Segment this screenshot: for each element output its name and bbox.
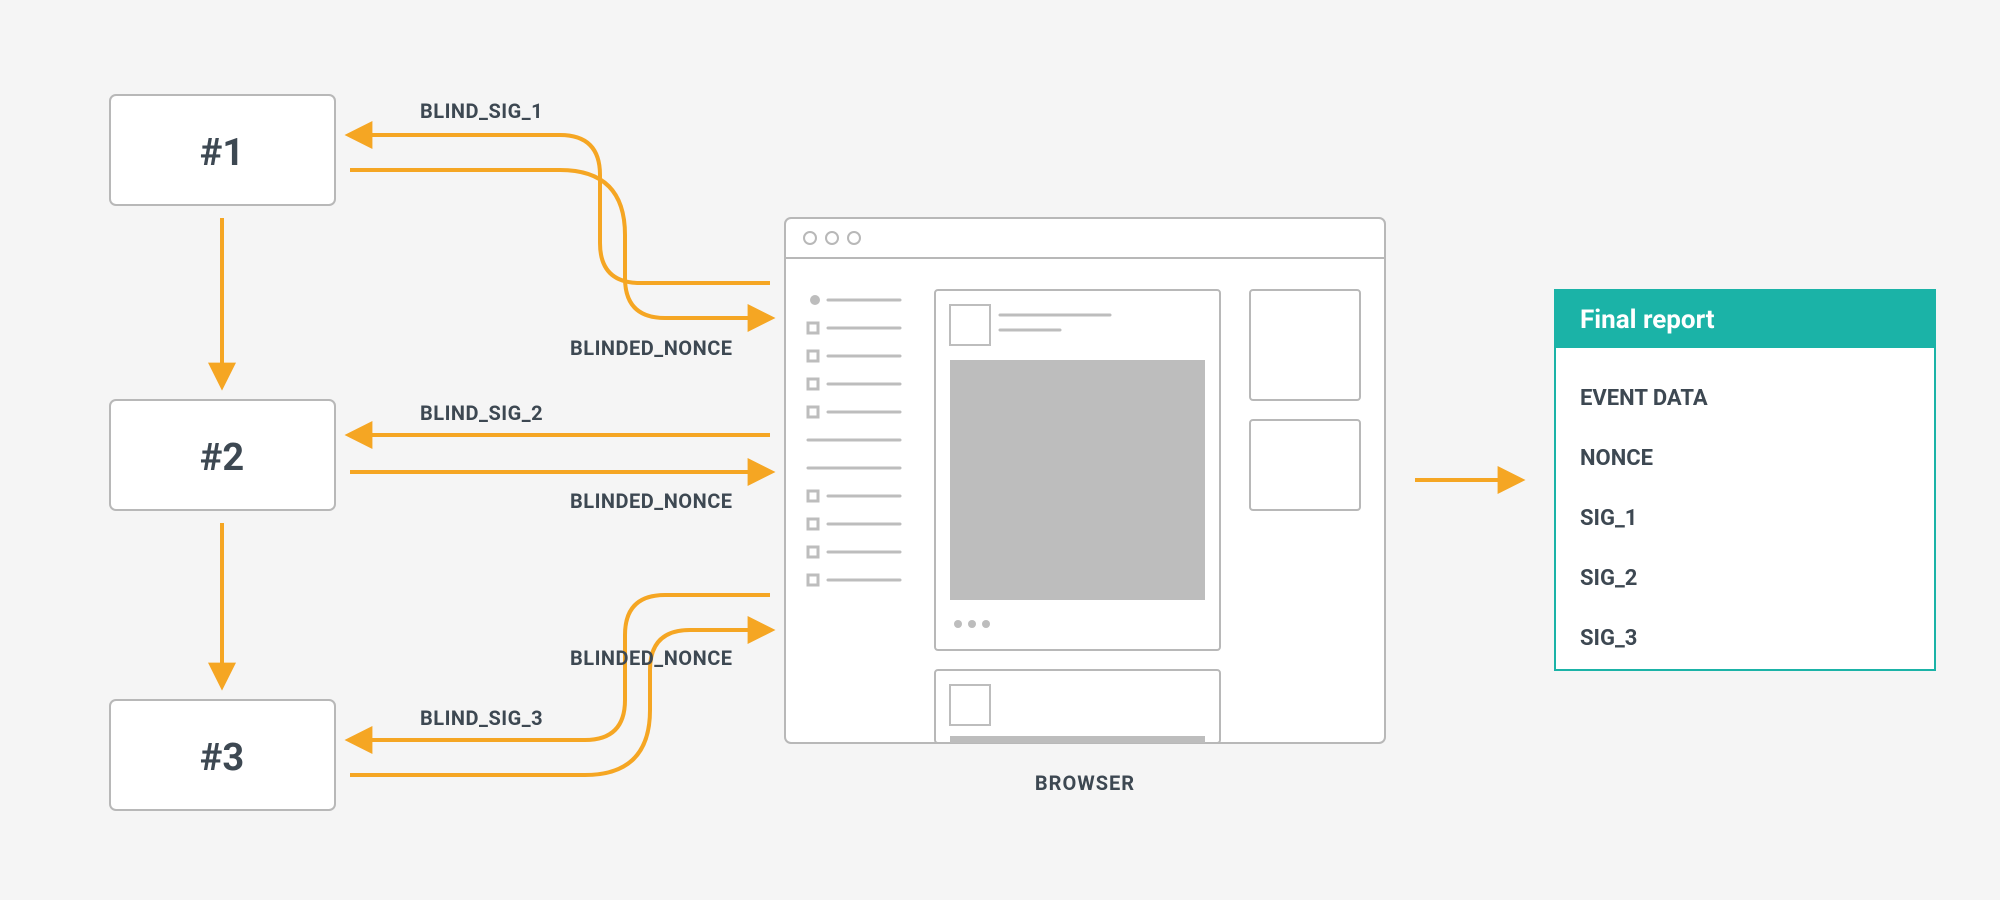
signer-box-2: #2: [110, 400, 335, 510]
report-item-0: EVENT DATA: [1580, 386, 1708, 411]
browser-window: [785, 218, 1385, 743]
label-sig-3: BLIND_SIG_3: [420, 706, 543, 730]
signer-box-3: #3: [110, 700, 335, 810]
arrow-nonce-1: [350, 170, 770, 318]
report-item-4: SIG_3: [1580, 626, 1637, 651]
arrow-sig-1: [350, 135, 770, 283]
signer-3-label: #3: [200, 736, 244, 780]
label-nonce-2: BLINDED_NONCE: [570, 489, 733, 513]
final-report-box: Final report EVENT DATA NONCE SIG_1 SIG_…: [1555, 290, 1935, 670]
report-item-1: NONCE: [1580, 446, 1653, 471]
report-title: Final report: [1580, 305, 1715, 335]
signer-1-label: #1: [200, 131, 244, 175]
signer-2-label: #2: [200, 436, 244, 480]
signer-box-1: #1: [110, 95, 335, 205]
report-item-3: SIG_2: [1580, 566, 1637, 591]
report-item-2: SIG_1: [1580, 506, 1637, 531]
label-nonce-1: BLINDED_NONCE: [570, 336, 733, 360]
browser-caption: BROWSER: [1035, 771, 1135, 795]
label-nonce-3: BLINDED_NONCE: [570, 646, 733, 670]
label-sig-2: BLIND_SIG_2: [420, 401, 543, 425]
label-sig-1: BLIND_SIG_1: [420, 99, 543, 123]
